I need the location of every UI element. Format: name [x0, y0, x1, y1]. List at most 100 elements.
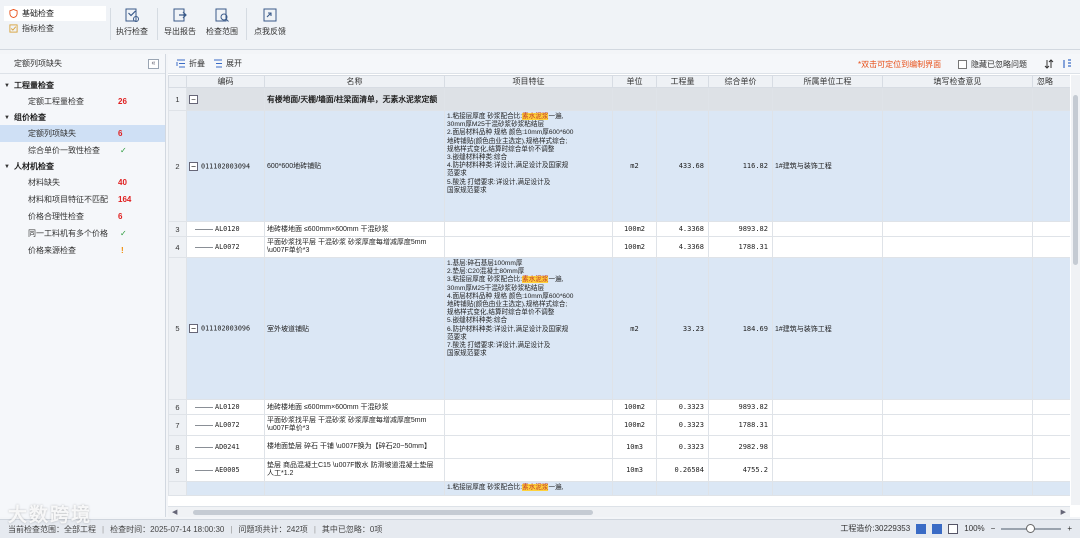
- horizontal-scroll-thumb[interactable]: [193, 510, 593, 515]
- tree-item-price-source[interactable]: 价格来源检查!: [0, 242, 165, 259]
- col-unit[interactable]: 单位: [612, 75, 657, 88]
- mode-basic-check[interactable]: 基础检查: [4, 6, 106, 21]
- checkbox-box[interactable]: [958, 60, 967, 69]
- quota-code: AE0005: [215, 466, 240, 474]
- tree-item-quota-quantity[interactable]: 定额工程量检查 26: [0, 93, 165, 110]
- opinion-cell[interactable]: [882, 458, 1033, 482]
- scope-icon: [215, 8, 229, 22]
- price-cell: 9893.82: [708, 399, 773, 415]
- hide-ignored-checkbox[interactable]: 隐藏已忽略问题: [958, 59, 1027, 70]
- code-cell: AL0120: [186, 221, 265, 237]
- ignore-cell[interactable]: [1032, 458, 1070, 482]
- feedback-button[interactable]: 点我反馈: [247, 7, 293, 37]
- qty-cell: 433.68: [656, 110, 709, 222]
- filter-icon[interactable]: [1062, 59, 1072, 69]
- expand-triangle-icon[interactable]: ▼: [4, 83, 14, 89]
- ignore-cell[interactable]: [1032, 87, 1070, 111]
- zoom-out-icon[interactable]: −: [991, 524, 996, 533]
- unit-cell: m2: [612, 110, 657, 222]
- sort-icon[interactable]: [1044, 59, 1054, 69]
- check-scope-button[interactable]: 检查范围: [199, 7, 245, 37]
- table-row[interactable]: 3 AL0120 地砖楼地面 ≤600mm×600mm 干混砂浆 100m2 4…: [168, 221, 1070, 237]
- tree-item-material-missing[interactable]: 材料缺失 40: [0, 174, 165, 191]
- quota-code: AL0072: [215, 243, 240, 251]
- tree-group-pricing[interactable]: ▼ 组价检查: [0, 110, 165, 125]
- col-code[interactable]: 编码: [186, 75, 265, 88]
- feedback-icon: [263, 8, 277, 22]
- ignore-cell[interactable]: [1032, 414, 1070, 436]
- col-unit-price[interactable]: 综合单价: [708, 75, 773, 88]
- table-row[interactable]: 1 − 有楼地面/天棚/墙面/柱梁面清单，无素水泥浆定额: [168, 87, 1070, 111]
- ignore-cell[interactable]: [1032, 236, 1070, 258]
- opinion-cell[interactable]: [882, 257, 1033, 400]
- col-ignore[interactable]: 忽略: [1032, 75, 1070, 88]
- zoom-slider[interactable]: [1001, 523, 1062, 533]
- vertical-scroll-thumb[interactable]: [1073, 95, 1078, 265]
- collapse-node-icon[interactable]: −: [189, 94, 198, 104]
- left-panel-title: 定额列项缺失: [14, 59, 62, 68]
- table-row[interactable]: 7 AL0072 平面砂浆找平层 干混砂浆 砂浆厚度每增减厚度5mm \u007…: [168, 414, 1070, 436]
- zoom-slider-knob[interactable]: [1026, 523, 1036, 533]
- ignore-cell[interactable]: [1032, 221, 1070, 237]
- opinion-cell[interactable]: [882, 236, 1033, 258]
- collapse-node-icon[interactable]: −: [189, 324, 198, 333]
- ignore-cell[interactable]: [1032, 435, 1070, 459]
- expand-triangle-icon[interactable]: ▼: [4, 164, 14, 170]
- tree-group-quantity[interactable]: ▼ 工程量检查: [0, 78, 165, 93]
- run-check-button[interactable]: 执行检查: [109, 7, 155, 37]
- table-row[interactable]: 1.粘接层厚度 砂浆配合比:素水泥浆一遍,: [168, 481, 1070, 496]
- scroll-left-icon[interactable]: ◀: [172, 508, 177, 516]
- calculator-icon[interactable]: [916, 523, 927, 534]
- ignore-cell[interactable]: [1032, 110, 1070, 222]
- mode-index-check[interactable]: 指标检查: [4, 21, 106, 36]
- vertical-scrollbar[interactable]: [1071, 75, 1080, 505]
- opinion-cell[interactable]: [882, 399, 1033, 415]
- ignore-cell[interactable]: [1032, 399, 1070, 415]
- col-feature[interactable]: 项目特征: [444, 75, 613, 88]
- layout-split-icon[interactable]: [948, 523, 959, 534]
- col-project[interactable]: 所属单位工程: [772, 75, 883, 88]
- expand-triangle-icon[interactable]: ▼: [4, 115, 14, 121]
- layout-normal-icon[interactable]: [932, 523, 943, 534]
- table-row[interactable]: 2 −011102003094 600*600地砖铺贴 1.粘接层厚度 砂浆配合…: [168, 110, 1070, 222]
- ignore-cell[interactable]: [1032, 481, 1070, 496]
- fold-button[interactable]: 折叠: [176, 58, 205, 69]
- opinion-cell[interactable]: [882, 435, 1033, 459]
- collapse-node-icon[interactable]: −: [189, 161, 198, 171]
- watermark-text: 大数跨境: [8, 505, 93, 526]
- collapse-panel-button[interactable]: «: [148, 58, 159, 69]
- opinion-cell[interactable]: [882, 221, 1033, 237]
- scroll-right-icon[interactable]: ▶: [1061, 508, 1066, 516]
- tree-item-quota-missing[interactable]: 定额列项缺失 6: [0, 125, 165, 142]
- issue-count: 6: [118, 212, 123, 221]
- table-row[interactable]: 8 AD0241 楼地面垫层 碎石 干铺 \u007F换为【碎石20~50mm】…: [168, 435, 1070, 459]
- col-name[interactable]: 名称: [264, 75, 445, 88]
- feature-highlight: 素水泥浆: [522, 484, 549, 491]
- col-opinion[interactable]: 填写检查意见: [882, 75, 1033, 88]
- opinion-cell[interactable]: [882, 414, 1033, 436]
- tree-item-label: 定额列项缺失: [28, 129, 76, 138]
- tree-item-multiple-prices[interactable]: 同一工料机有多个价格 ✓: [0, 225, 165, 242]
- horizontal-scrollbar[interactable]: ◀ ▶: [168, 506, 1070, 517]
- opinion-cell[interactable]: [882, 110, 1033, 222]
- tree-group-material[interactable]: ▼ 人材机检查: [0, 159, 165, 174]
- tree-item-material-mismatch[interactable]: 材料和项目特征不匹配 164: [0, 191, 165, 208]
- table-row[interactable]: 6 AL0120 地砖楼地面 ≤600mm×600mm 干混砂浆 100m2 0…: [168, 399, 1070, 415]
- table-row[interactable]: 5 −011102003096 室外坡道铺贴 1.基层:碎石基层100mm厚 2…: [168, 257, 1070, 400]
- col-quantity[interactable]: 工程量: [656, 75, 709, 88]
- ignore-cell[interactable]: [1032, 257, 1070, 400]
- table-row[interactable]: 9 AE0005 垫层 商品混凝土C15 \u007F散水 防滑坡道混凝土垫层 …: [168, 458, 1070, 482]
- zoom-in-icon[interactable]: +: [1067, 524, 1072, 533]
- opinion-cell[interactable]: [882, 481, 1033, 496]
- tree-item-unit-price-consistency[interactable]: 综合单价一致性检查 ✓: [0, 142, 165, 159]
- tree-item-price-reasonable[interactable]: 价格合理性检查 6: [0, 208, 165, 225]
- opinion-cell[interactable]: [882, 87, 1033, 111]
- feature-highlight: 素水泥浆: [522, 113, 549, 120]
- feature-cell: 1.粘接层厚度 砂浆配合比:素水泥浆一遍, 30mm厚M25干混砂浆砂浆粘结层 …: [444, 110, 613, 222]
- table-row[interactable]: 4 AL0072 平面砂浆找平层 干混砂浆 砂浆厚度每增减厚度5mm \u007…: [168, 236, 1070, 258]
- row-number: 9: [168, 458, 187, 482]
- name-cell: 地砖楼地面 ≤600mm×600mm 干混砂浆: [264, 221, 445, 237]
- expand-button[interactable]: 展开: [213, 58, 242, 69]
- table-header: 编码 名称 项目特征 单位 工程量 综合单价 所属单位工程 填写检查意见 忽略: [168, 75, 1070, 88]
- export-report-button[interactable]: 导出报告: [157, 7, 203, 37]
